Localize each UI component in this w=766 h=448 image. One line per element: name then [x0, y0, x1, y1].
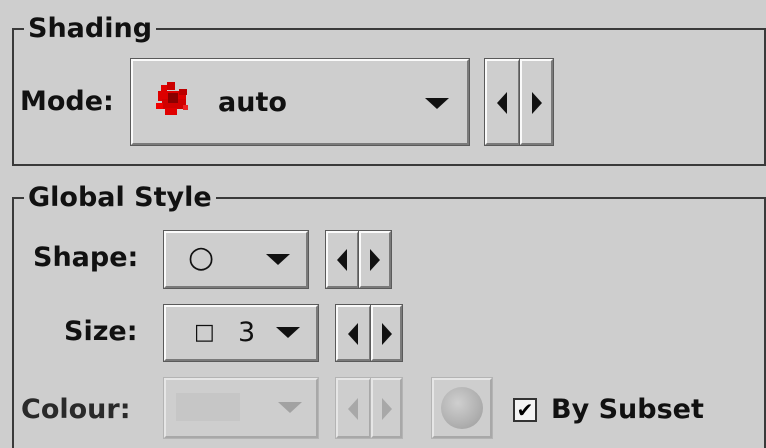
mode-next-button[interactable] [519, 58, 554, 146]
size-prev-button[interactable] [335, 304, 372, 362]
colour-prev-button[interactable] [335, 377, 372, 439]
size-label: Size: [64, 316, 138, 347]
shape-next-button[interactable] [358, 230, 392, 289]
arrow-right-icon [532, 92, 542, 114]
square-size-icon: □ [194, 320, 215, 345]
chevron-down-icon [276, 327, 300, 338]
colour-chooser-button[interactable] [431, 377, 493, 439]
size-combo[interactable]: □ 3 [163, 304, 319, 362]
by-subset-label[interactable]: By Subset [551, 395, 704, 425]
chevron-down-icon [266, 254, 290, 265]
global-style-title: Global Style [24, 183, 216, 213]
by-subset-checkbox[interactable]: ✔ [513, 398, 537, 422]
colour-combo[interactable] [163, 377, 319, 439]
mode-value: auto [218, 87, 287, 118]
shape-combo[interactable]: ○ [163, 230, 309, 289]
checkmark-icon: ✔ [516, 398, 534, 422]
arrow-left-icon [497, 92, 507, 114]
size-value: 3 [238, 317, 256, 348]
shape-prev-button[interactable] [325, 230, 360, 289]
arrow-right-icon [370, 249, 380, 271]
mode-prev-button[interactable] [484, 58, 521, 146]
colour-ball-icon [441, 387, 483, 429]
mode-combo[interactable]: auto [130, 58, 470, 146]
red-density-blob-icon [156, 82, 188, 115]
arrow-right-icon [382, 323, 392, 345]
shape-label: Shape: [33, 242, 139, 273]
shading-title: Shading [24, 14, 157, 44]
chevron-down-icon [425, 98, 449, 109]
circle-shape-icon: ○ [188, 240, 215, 275]
colour-swatch [176, 393, 240, 421]
chevron-down-icon [278, 402, 302, 413]
arrow-right-icon [382, 398, 392, 420]
size-next-button[interactable] [370, 304, 403, 362]
arrow-left-icon [337, 249, 347, 271]
mode-label: Mode: [20, 86, 114, 117]
arrow-left-icon [348, 398, 358, 420]
colour-label: Colour: [21, 394, 131, 425]
colour-next-button[interactable] [370, 377, 403, 439]
arrow-left-icon [348, 323, 358, 345]
